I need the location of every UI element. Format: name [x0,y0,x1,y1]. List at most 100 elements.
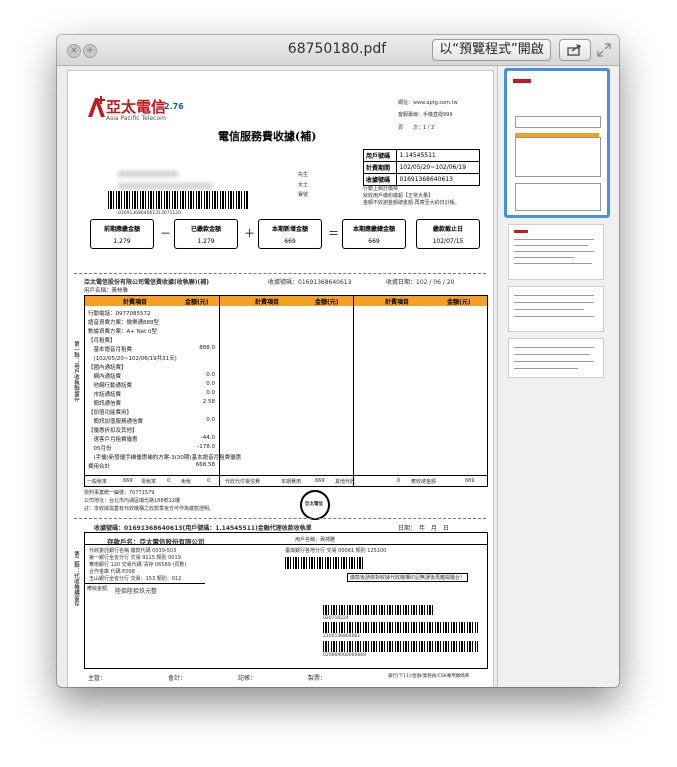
thumb-line [514,309,584,310]
charge-line-item: 網內通話費 [88,374,122,380]
charge-line-amount: 888.0 [199,345,215,351]
window-title: 68750180.pdf [287,41,387,57]
thumb-line [514,239,594,240]
bank-line: 代收委託銀行名稱 繳款代碼 0039-503 [89,548,177,554]
fullscreen-icon[interactable] [597,43,611,57]
redacted-address [118,171,178,177]
charge-footer: 一般稅率 669 零稅率 0 免稅 0 代收代付電信費 本期費用 669 其他代… [85,475,487,486]
footer-exempt-value: 0 [207,478,211,484]
footer-current-label: 本期費用 [281,479,302,485]
footer-other-label: 其他代收 [335,479,356,485]
thumbnail-page-4[interactable] [508,338,604,378]
charge-line-amount: -178.0 [197,444,215,450]
payment-slip: 存款戶名：亞太電信股份有限公司 用戶名稱：黃柿雅 代收委託銀行名稱 繳款代碼 0… [84,532,488,669]
deadline-label: 繳款截止日 [432,226,463,233]
sum-previous-label: 前期應繳金額 [103,226,140,233]
sum-new-label: 本期新增金額 [271,226,308,233]
charge-line-item: 行動電話：0977085572 [88,311,151,317]
company-address: 公司地址：台北市內湖區瑞光路188號12樓 [84,498,180,504]
thumbnail-page-3[interactable] [508,286,604,332]
footer-collect-label: 代收代付電信費 [225,479,261,485]
thumbnail-page-1[interactable] [504,68,610,218]
charge-line-amount: 0.0 [206,417,215,423]
charge-line-item: (手優)新發優手機優惠補約方案-3(30期)基本語音月租費優惠 [88,455,242,461]
warning-note: 繳款後請核對收據代收機構印記無誤後再離開櫃台！ [347,573,469,582]
charge-line-item: 數據資費方案：A+ Net 0型 [88,329,158,335]
period-value: 102/05/20~102/06/19 [396,161,480,174]
close-icon[interactable]: × [67,44,81,58]
col-item-2: 計費項目 [255,299,280,306]
share-button[interactable] [559,39,591,61]
accounting-label: 會計： [168,675,187,682]
plus-sign: ＋ [244,227,255,240]
add-icon[interactable]: + [83,44,97,58]
addr-title-2: 女士 [298,182,309,188]
footer-current-value: 669 [315,478,325,484]
thumb-line [514,361,594,362]
company-stamp: 亞太電信 [300,490,330,520]
charge-line-item: 【月租費】 [88,338,116,344]
bank-line: 玉山銀行全省分行 交易：153 類別：012 [89,576,182,582]
section3-header: 收據號碼：01691368640613(用戶號碼：1.14545511)金融代理… [94,525,312,532]
payment-barcode-2 [323,622,478,633]
right-header: 臺灣銀行各地分行 交易 00061 類別 125100 [285,548,387,554]
charge-table: 計費項目 金額(元) 計費項目 金額(元) 計費項目 金額(元) 行動電話：09… [84,295,488,487]
thumb-line [514,302,594,303]
payment-barcode-3 [323,641,478,652]
address-barcode [108,191,248,209]
website: 網址：www.aptg.com.tw [398,100,458,106]
slip-barcode-top [285,557,365,569]
charge-line-item: 市話通話費 [88,392,122,398]
section2-side-label: 第一聯：用戶收執聯留存 [73,341,79,402]
deadline-box: 繳款截止日 102/07/15 [416,219,480,249]
thumbnail-sidebar[interactable] [497,66,619,687]
slip-divider [85,544,487,545]
note-line: 行動上網計價標 [363,186,399,192]
title-bar: × + 68750180.pdf 以“預覽程式”開啟 [57,35,619,66]
charge-line-item: 語音資費方案：微樂通888型 [88,320,159,326]
minus-sign: － [160,227,171,240]
footer-right-note: 銀行(下11)/金融/業務員/CSK專用繳碼單 [388,674,470,679]
sum-previous-value: 1,279 [113,238,131,245]
receive-label: 應收金額 [87,586,108,592]
charge-line-item: 05月份 [88,446,112,452]
charge-line-item: 【國內通話費】 [88,365,127,371]
receipt-note: 註：本收據需蓋有代收機構之收款章後方可作為繳款證明。 [84,506,215,512]
tear-line [74,518,486,519]
thumb-line [514,257,574,258]
logo-subtitle: Asia Pacific Telecom [106,115,166,122]
supervisor-label: 主管： [88,675,107,682]
preview-window: × + 68750180.pdf 以“預覽程式”開啟 亞太電信 Asia Pac… [57,35,619,687]
footer-zero-value: 0 [167,478,171,484]
note-line: 金額不收謝金額總金額 再寄至大約日計帳。 [363,200,460,206]
sum-due-label: 本期應繳總金額 [352,226,395,233]
addr-title-3: 寶號 [298,192,309,198]
sum-due-value: 669 [368,238,380,245]
account-value: 1.14545511 [396,149,480,162]
sum-paid-label: 已繳款金額 [190,226,221,233]
charge-line-amount: 0.0 [206,381,215,387]
thumb-line [514,354,590,355]
logo-badge: 2.76 [164,102,184,111]
column-divider [353,296,354,486]
slip-divider [85,583,205,584]
thumb-line [514,245,588,246]
bookkeeper-label: 記帳： [238,675,257,682]
document-page: 亞太電信 Asia Pacific Telecom 2.76 網址：www.ap… [67,70,494,687]
thumb-line [514,263,592,264]
thumb-logo [513,79,531,83]
barcode-number: 0169136864061313071120 [118,211,181,216]
payment-user-name: 用戶名稱：黃柿雅 [295,537,336,543]
col-amount-2: 金額(元) [315,299,339,306]
footer-exempt-label: 免稅 [181,479,192,485]
footer-total-value: 669 [465,478,475,484]
unified-number: 營利事業統一編號：70771579 [84,490,155,496]
thumbnail-page-2[interactable] [508,224,604,280]
equal-sign: ＝ [328,227,339,240]
thumb-table [515,137,601,177]
charge-line-item: 基本語音月租費 [88,347,133,353]
open-with-preview-button[interactable]: 以“預覽程式”開啟 [432,39,551,61]
col-item-1: 計費項目 [123,299,148,306]
thumb-logo [514,230,528,233]
aptg-logo-icon [88,96,105,117]
